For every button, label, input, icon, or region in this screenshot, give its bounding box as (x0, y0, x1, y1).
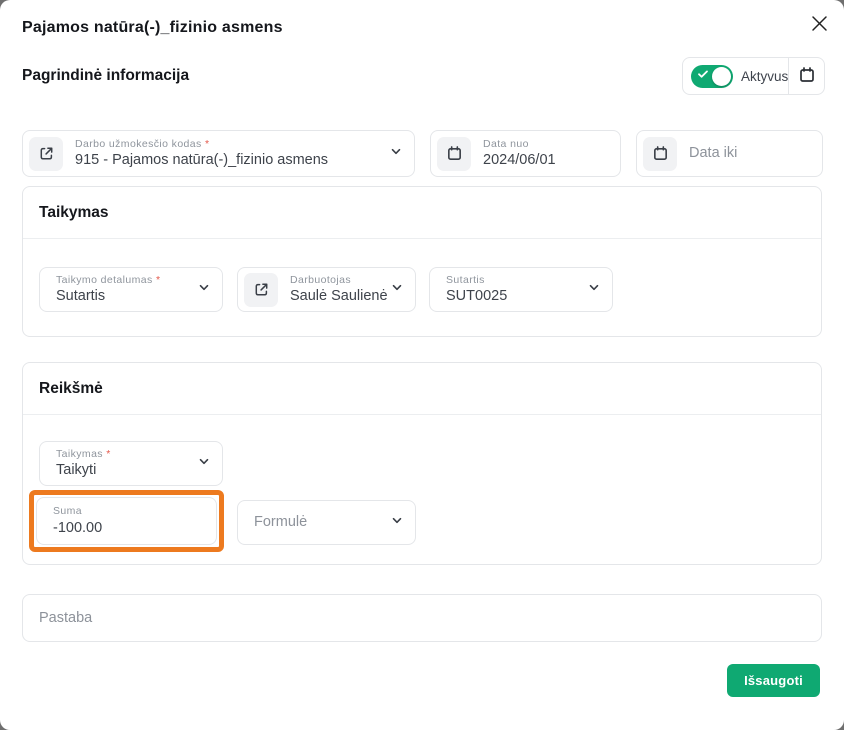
amount-input[interactable]: Suma -100.00 (36, 497, 217, 545)
field-value: Saulė Saulienė (290, 287, 388, 305)
field-label: Sutartis (446, 274, 507, 287)
external-link-icon[interactable] (244, 273, 278, 307)
active-toggle[interactable] (691, 65, 733, 88)
formula-select[interactable]: Formulė (237, 500, 416, 545)
field-value: Taikyti (56, 461, 111, 479)
field-label: Suma (53, 505, 102, 518)
check-icon (697, 67, 709, 85)
application-section: Taikymas Taikymo detalumas * Sutartis Da… (22, 186, 822, 337)
wage-code-select[interactable]: Darbo užmokesčio kodas * 915 - Pajamos n… (22, 130, 415, 177)
chevron-down-icon (390, 280, 404, 299)
calendar-icon (798, 66, 816, 87)
field-value: -100.00 (53, 519, 102, 537)
apply-select[interactable]: Taikymas * Taikyti (39, 441, 223, 486)
field-label: Darbo užmokesčio kodas * (75, 138, 328, 151)
field-label: Data nuo (483, 138, 556, 151)
highlight-annotation: Suma -100.00 (29, 490, 224, 552)
field-value: 915 - Pajamos natūra(-)_fizinio asmens (75, 151, 328, 169)
history-calendar-button[interactable] (789, 58, 824, 94)
field-placeholder: Formulė (254, 513, 307, 531)
status-card: Aktyvus (682, 57, 825, 95)
required-asterisk: * (156, 274, 161, 286)
chevron-down-icon (197, 280, 211, 299)
field-label: Darbuotojas (290, 274, 388, 287)
field-value: 2024/06/01 (483, 151, 556, 169)
value-section: Reikšmė Taikymas * Taikyti Suma -100.00 … (22, 362, 822, 565)
modal-title: Pajamos natūra(-)_fizinio asmens (22, 19, 283, 37)
field-label: Taikymas * (56, 448, 111, 461)
value-section-heading: Reikšmė (23, 363, 821, 415)
chevron-down-icon (389, 144, 403, 163)
main-section-heading: Pagrindinė informacija (22, 67, 189, 85)
date-to-field[interactable]: Data iki (636, 130, 823, 177)
required-asterisk: * (205, 138, 210, 150)
contract-select[interactable]: Sutartis SUT0025 (429, 267, 613, 312)
required-asterisk: * (106, 448, 111, 460)
chevron-down-icon (197, 454, 211, 473)
close-icon (810, 14, 829, 36)
calendar-icon[interactable] (643, 137, 677, 171)
calendar-icon[interactable] (437, 137, 471, 171)
note-input[interactable] (23, 595, 821, 641)
field-label: Taikymo detalumas * (56, 274, 161, 287)
save-button[interactable]: Išsaugoti (727, 664, 820, 697)
chevron-down-icon (587, 280, 601, 299)
toggle-knob (712, 67, 731, 86)
chevron-down-icon (390, 513, 404, 532)
field-value: SUT0025 (446, 287, 507, 305)
employee-select[interactable]: Darbuotojas Saulė Saulienė (237, 267, 416, 312)
external-link-icon[interactable] (29, 137, 63, 171)
field-value: Sutartis (56, 287, 161, 305)
application-section-heading: Taikymas (23, 187, 821, 239)
modal-dialog: Pajamos natūra(-)_fizinio asmens Pagrind… (0, 0, 844, 730)
note-field (22, 594, 822, 642)
date-from-field[interactable]: Data nuo 2024/06/01 (430, 130, 621, 177)
active-toggle-label: Aktyvus (741, 69, 788, 84)
field-placeholder: Data iki (689, 144, 737, 162)
application-detail-select[interactable]: Taikymo detalumas * Sutartis (39, 267, 223, 312)
close-button[interactable] (802, 8, 836, 42)
